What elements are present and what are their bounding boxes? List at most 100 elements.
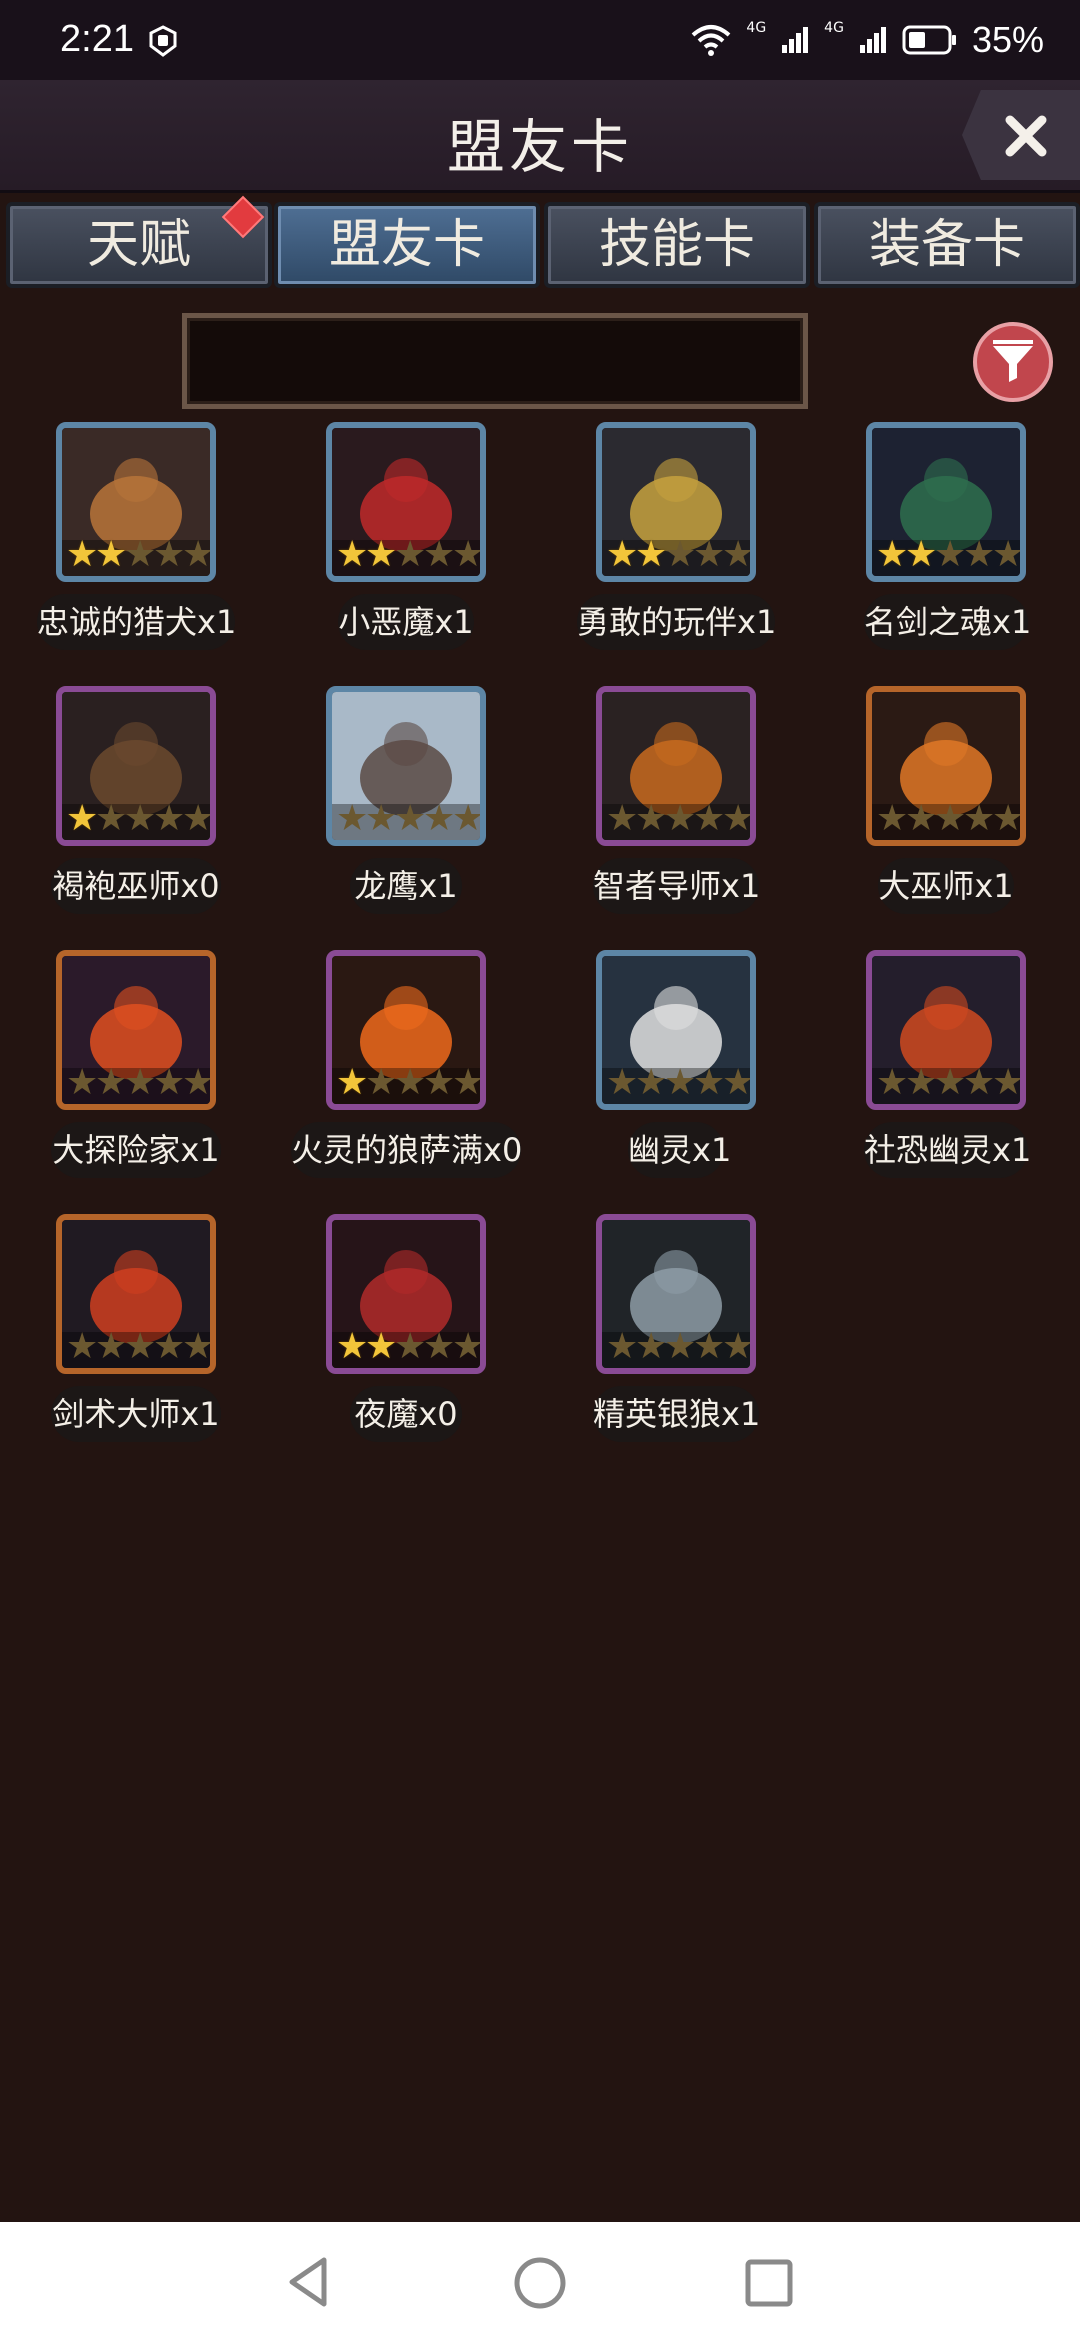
- wifi-icon: [692, 25, 731, 56]
- page-title: 盟友卡: [446, 113, 633, 181]
- star-rating: ★ ★ ★ ★ ★: [336, 534, 485, 575]
- star-icon: ★: [423, 1062, 456, 1103]
- star-rating: ★ ★ ★ ★ ★: [336, 798, 485, 839]
- notification-badge: [221, 195, 265, 239]
- card-label: 大探险家x1: [51, 1122, 221, 1178]
- star-icon: ★: [423, 534, 456, 575]
- star-icon: ★: [394, 1326, 427, 1367]
- system-nav-bar: [0, 2222, 1080, 2340]
- card-label: 智者导师x1: [593, 858, 760, 914]
- tab-talent[interactable]: 天赋: [6, 195, 272, 288]
- card-label: 精英银狼x1: [593, 1386, 760, 1442]
- star-icon: ★: [452, 1062, 485, 1103]
- star-icon: ★: [722, 534, 755, 575]
- card-portrait[interactable]: ★ ★ ★ ★ ★: [56, 686, 216, 846]
- star-icon: ★: [423, 798, 456, 839]
- close-button[interactable]: [962, 90, 1080, 180]
- search-input[interactable]: [187, 318, 803, 404]
- star-icon: ★: [394, 1062, 427, 1103]
- star-icon: ★: [153, 1062, 186, 1103]
- star-rating: ★ ★ ★ ★ ★: [606, 798, 755, 839]
- star-icon: ★: [336, 534, 369, 575]
- star-icon: ★: [992, 1062, 1025, 1103]
- star-icon: ★: [635, 1326, 668, 1367]
- star-icon: ★: [182, 1062, 215, 1103]
- star-icon: ★: [66, 534, 99, 575]
- recents-icon[interactable]: [744, 2258, 794, 2308]
- star-rating: ★ ★ ★ ★ ★: [336, 1062, 485, 1103]
- star-icon: ★: [963, 798, 996, 839]
- star-icon: ★: [606, 1326, 639, 1367]
- card-label: 剑术大师x1: [51, 1386, 221, 1442]
- star-icon: ★: [635, 534, 668, 575]
- card-portrait[interactable]: ★ ★ ★ ★ ★: [326, 1214, 486, 1374]
- star-icon: ★: [664, 1326, 697, 1367]
- close-icon: [1005, 115, 1047, 157]
- card-label: 幽灵x1: [628, 1122, 731, 1178]
- filter-icon: [993, 340, 1033, 382]
- status-icons: 4G 4G 35%: [690, 14, 1044, 66]
- back-icon[interactable]: [284, 2256, 334, 2308]
- home-icon[interactable]: [512, 2255, 568, 2311]
- star-icon: ★: [963, 1062, 996, 1103]
- card-portrait[interactable]: ★ ★ ★ ★ ★: [56, 1214, 216, 1374]
- card-portrait[interactable]: ★ ★ ★ ★ ★: [866, 422, 1026, 582]
- star-icon: ★: [124, 534, 157, 575]
- card-portrait[interactable]: ★ ★ ★ ★ ★: [56, 422, 216, 582]
- card-portrait[interactable]: ★ ★ ★ ★ ★: [326, 422, 486, 582]
- signal-icon: [859, 27, 886, 53]
- star-icon: ★: [722, 1326, 755, 1367]
- star-icon: ★: [66, 1062, 99, 1103]
- star-icon: ★: [153, 798, 186, 839]
- star-icon: ★: [452, 1326, 485, 1367]
- star-icon: ★: [394, 534, 427, 575]
- card-portrait[interactable]: ★ ★ ★ ★ ★: [596, 686, 756, 846]
- hand-icon: [149, 25, 177, 57]
- star-icon: ★: [635, 798, 668, 839]
- card-portrait[interactable]: ★ ★ ★ ★ ★: [866, 950, 1026, 1110]
- tab-label: 天赋: [86, 215, 191, 275]
- star-icon: ★: [963, 534, 996, 575]
- star-icon: ★: [693, 798, 726, 839]
- card-label: 火灵的狼萨满x0: [291, 1122, 522, 1178]
- card-portrait[interactable]: ★ ★ ★ ★ ★: [56, 950, 216, 1110]
- tab-label: 盟友卡: [328, 215, 485, 275]
- star-icon: ★: [452, 798, 485, 839]
- star-icon: ★: [365, 1326, 398, 1367]
- tab-equipment-cards[interactable]: 装备卡: [814, 202, 1080, 288]
- battery-icon: [902, 25, 956, 55]
- star-icon: ★: [664, 534, 697, 575]
- star-icon: ★: [452, 534, 485, 575]
- tab-bar: 天赋 盟友卡 技能卡 装备卡: [0, 195, 1080, 288]
- star-icon: ★: [693, 534, 726, 575]
- card-portrait[interactable]: ★ ★ ★ ★ ★: [326, 950, 486, 1110]
- star-icon: ★: [336, 1062, 369, 1103]
- filter-button[interactable]: [973, 322, 1053, 402]
- card-portrait[interactable]: ★ ★ ★ ★ ★: [326, 686, 486, 846]
- card-label: 忠诚的猎犬x1: [37, 594, 236, 650]
- star-icon: ★: [423, 1326, 456, 1367]
- star-icon: ★: [182, 534, 215, 575]
- star-icon: ★: [722, 798, 755, 839]
- card-portrait[interactable]: ★ ★ ★ ★ ★: [596, 1214, 756, 1374]
- star-rating: ★ ★ ★ ★ ★: [336, 1326, 485, 1367]
- tab-skill-cards[interactable]: 技能卡: [544, 202, 810, 288]
- star-icon: ★: [992, 534, 1025, 575]
- star-icon: ★: [394, 798, 427, 839]
- card-portrait[interactable]: ★ ★ ★ ★ ★: [866, 686, 1026, 846]
- star-icon: ★: [876, 798, 909, 839]
- tab-ally-cards[interactable]: 盟友卡: [274, 202, 540, 288]
- star-icon: ★: [992, 798, 1025, 839]
- star-icon: ★: [934, 1062, 967, 1103]
- star-icon: ★: [95, 798, 128, 839]
- search-field[interactable]: [182, 313, 808, 409]
- card-portrait[interactable]: ★ ★ ★ ★ ★: [596, 422, 756, 582]
- signal-icon: [782, 27, 809, 53]
- star-icon: ★: [606, 1062, 639, 1103]
- star-icon: ★: [95, 534, 128, 575]
- status-bar: 2:21 4G 4G 35%: [0, 0, 1080, 80]
- header: 盟友卡: [0, 80, 1080, 193]
- card-portrait[interactable]: ★ ★ ★ ★ ★: [596, 950, 756, 1110]
- card-label: 龙鹰x1: [350, 858, 462, 914]
- star-icon: ★: [905, 534, 938, 575]
